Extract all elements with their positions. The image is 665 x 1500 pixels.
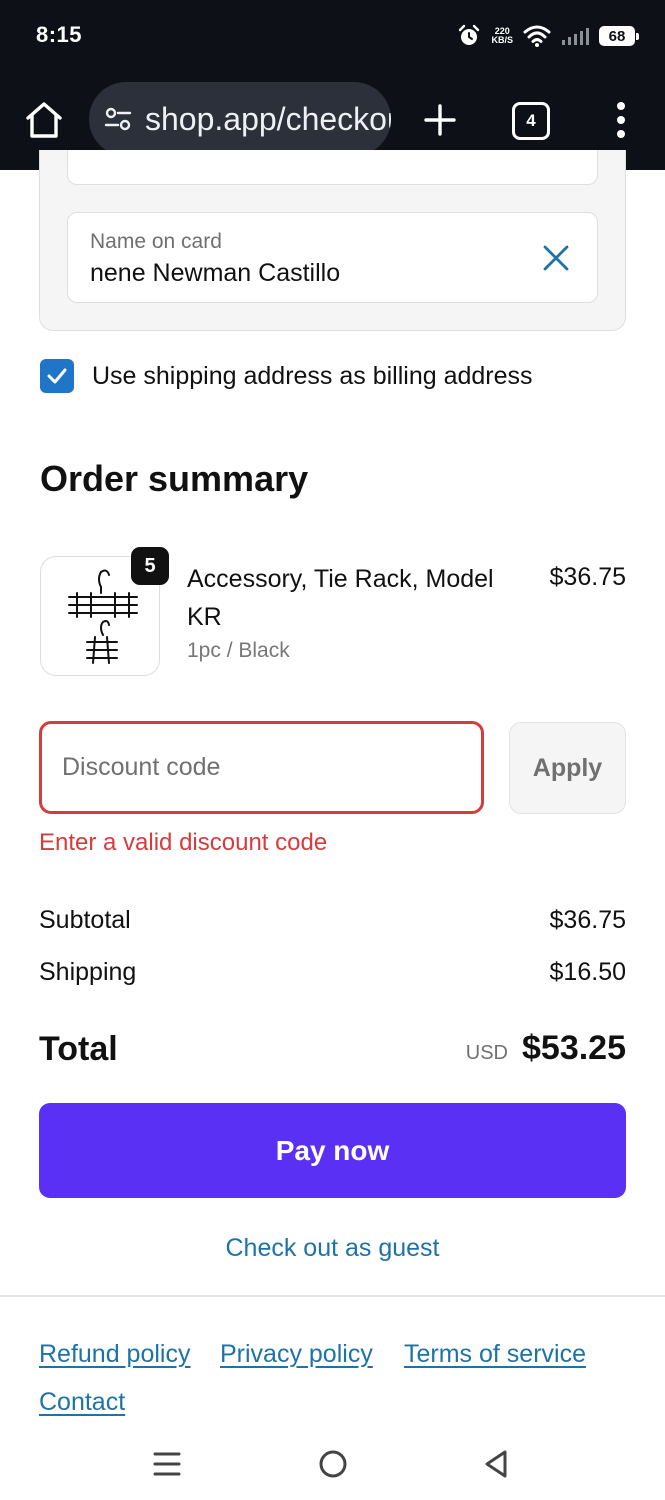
address-bar-url: shop.app/checkouts	[145, 100, 391, 137]
billing-checkbox-label: Use shipping address as billing address	[92, 361, 533, 390]
billing-address-option[interactable]: Use shipping address as billing address	[40, 359, 533, 393]
shipping-label: Shipping	[39, 958, 137, 986]
clear-icon[interactable]	[541, 243, 571, 273]
pay-now-button[interactable]: Pay now	[39, 1103, 626, 1198]
terms-of-service-link[interactable]: Terms of service	[404, 1340, 586, 1369]
net-speed-indicator: 220 KB/S	[491, 27, 513, 45]
address-bar[interactable]: shop.app/checkouts	[89, 82, 391, 156]
discount-code-input[interactable]	[39, 721, 484, 814]
recent-apps-icon[interactable]	[147, 1446, 187, 1482]
billing-checkbox[interactable]	[40, 359, 74, 393]
checkout-as-guest-link[interactable]: Check out as guest	[0, 1234, 665, 1263]
total-amount: USD $53.25	[466, 1029, 626, 1068]
refund-policy-link[interactable]: Refund policy	[39, 1340, 190, 1369]
tab-count: 4	[526, 111, 536, 130]
wifi-icon	[523, 25, 551, 47]
home-circle-icon[interactable]	[313, 1446, 353, 1482]
tab-switcher-icon[interactable]: 4	[512, 102, 550, 140]
apply-discount-button[interactable]: Apply	[509, 722, 626, 814]
privacy-policy-link[interactable]: Privacy policy	[220, 1340, 373, 1369]
status-bar: 8:15 220 KB/S 68	[0, 0, 665, 72]
discount-error-message: Enter a valid discount code	[39, 829, 328, 856]
name-on-card-label: Name on card	[90, 230, 222, 253]
signal-icon	[562, 28, 589, 45]
subtotal-label: Subtotal	[39, 906, 131, 934]
product-price: $36.75	[549, 563, 626, 591]
subtotal-value: $36.75	[549, 906, 626, 934]
name-on-card-value: nene Newman Castillo	[90, 259, 341, 287]
total-label: Total	[39, 1030, 118, 1068]
product-variant: 1pc / Black	[187, 639, 290, 662]
status-time: 8:15	[36, 22, 83, 47]
quantity-badge: 5	[131, 547, 169, 585]
previous-card-field[interactable]	[67, 150, 598, 185]
alarm-icon	[459, 24, 480, 45]
contact-link[interactable]: Contact	[39, 1388, 125, 1417]
more-vertical-icon[interactable]	[604, 100, 638, 140]
battery-icon: 68	[599, 26, 639, 46]
system-navigation-bar	[0, 1432, 665, 1500]
new-tab-plus-icon[interactable]	[418, 98, 462, 142]
total-value: $53.25	[522, 1029, 626, 1067]
battery-level: 68	[608, 27, 626, 45]
name-on-card-field[interactable]: Name on card nene Newman Castillo	[67, 212, 598, 303]
order-summary-title: Order summary	[40, 458, 309, 499]
total-currency: USD	[465, 1042, 508, 1064]
checkmark-icon	[47, 368, 67, 384]
shipping-value: $16.50	[549, 958, 626, 986]
status-icons: 220 KB/S 68	[457, 20, 639, 52]
footer-divider	[0, 1295, 665, 1297]
product-name: Accessory, Tie Rack, Model KR	[187, 565, 494, 631]
site-settings-icon[interactable]	[103, 104, 133, 134]
net-speed-unit: KB/S	[491, 35, 513, 45]
home-icon[interactable]	[22, 98, 66, 142]
back-triangle-icon[interactable]	[477, 1446, 517, 1482]
